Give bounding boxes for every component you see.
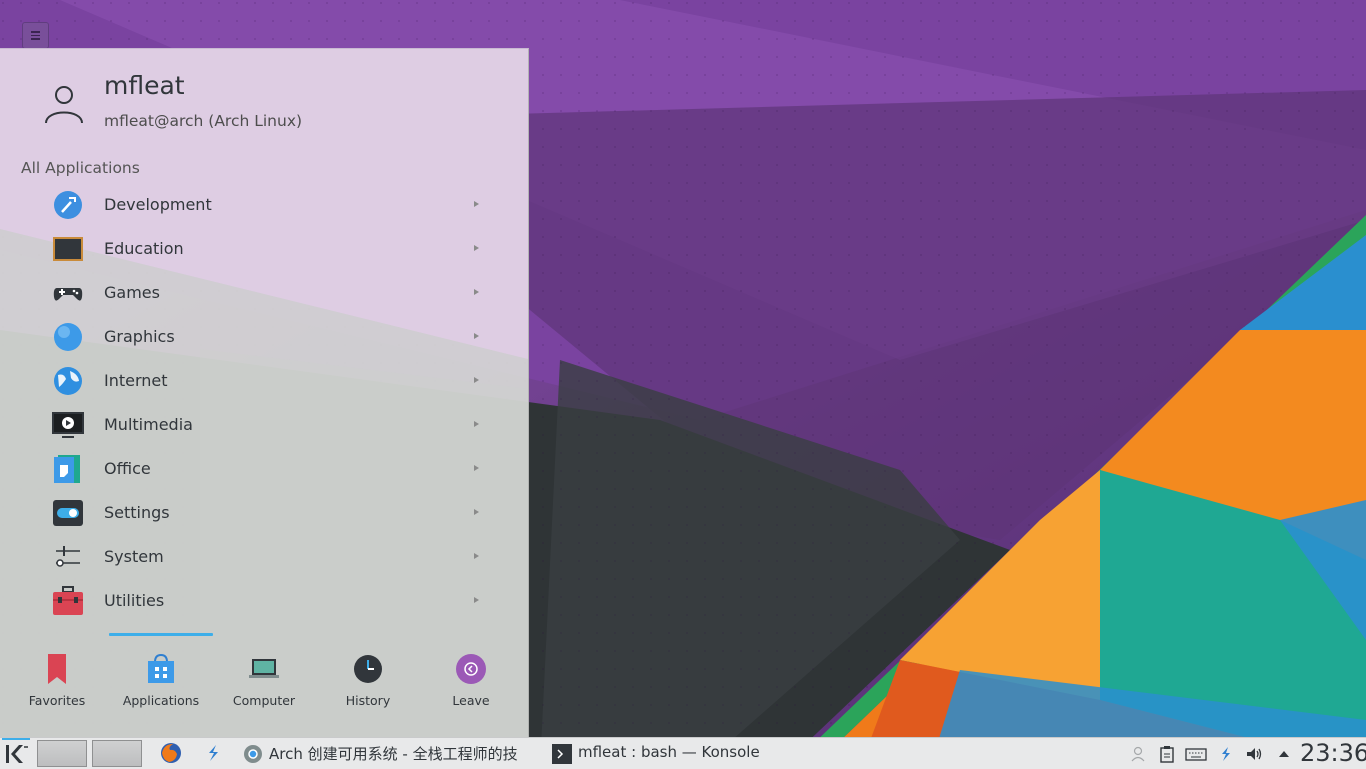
tab-label: History [345, 693, 391, 708]
user-host: mfleat@arch (Arch Linux) [104, 112, 303, 130]
submenu-arrow-icon [474, 377, 479, 383]
keyboard-icon[interactable] [1185, 745, 1207, 763]
submenu-arrow-icon [474, 421, 479, 427]
tab-history[interactable]: History [318, 647, 418, 717]
tab-label: Computer [232, 693, 296, 708]
section-title: All Applications [21, 159, 140, 177]
submenu-arrow-icon [474, 201, 479, 207]
category-settings[interactable]: Settings [0, 491, 528, 535]
multimedia-icon [52, 412, 84, 438]
category-development[interactable]: Development [0, 183, 528, 227]
education-icon [53, 237, 83, 261]
launcher-active-indicator [2, 738, 30, 740]
firefox-icon[interactable] [160, 742, 182, 764]
category-label: Development [104, 195, 212, 214]
category-utilities[interactable]: Utilities [0, 579, 528, 623]
tab-favorites[interactable]: Favorites [7, 647, 107, 717]
development-icon [54, 191, 82, 219]
submenu-arrow-icon [474, 465, 479, 471]
tab-label: Leave [452, 693, 490, 708]
virtual-desktop-2[interactable] [92, 740, 142, 767]
submenu-arrow-icon [474, 509, 479, 515]
user-switch-icon[interactable] [1130, 745, 1148, 763]
tab-label: Applications [122, 693, 200, 708]
category-education[interactable]: Education [0, 227, 528, 271]
category-label: Graphics [104, 327, 175, 346]
category-label: Games [104, 283, 160, 302]
graphics-icon [54, 323, 82, 351]
category-label: System [104, 547, 164, 566]
leave-icon [456, 654, 486, 684]
task-label: mfleat : bash — Konsole [578, 743, 760, 761]
submenu-arrow-icon [474, 333, 479, 339]
submenu-arrow-icon [474, 289, 479, 295]
category-multimedia[interactable]: Multimedia [0, 403, 528, 447]
category-graphics[interactable]: Graphics [0, 315, 528, 359]
laptop-icon [249, 659, 279, 678]
clipboard-icon[interactable] [1158, 745, 1176, 763]
category-label: Utilities [104, 591, 165, 610]
submenu-arrow-icon [474, 553, 479, 559]
category-label: Multimedia [104, 415, 193, 434]
system-sliders-icon [56, 546, 80, 567]
user-icon[interactable] [42, 83, 86, 127]
chromium-icon [244, 745, 262, 763]
expand-tray-icon[interactable] [1275, 745, 1293, 763]
task-chromium[interactable]: Arch 创建可用系统 - 全栈工程师的技 [243, 738, 533, 769]
active-tab-indicator [109, 633, 213, 636]
application-launcher: mfleat mfleat@arch (Arch Linux) All Appl… [0, 48, 529, 738]
applications-bag-icon [148, 653, 174, 683]
gamepad-icon [53, 288, 83, 301]
taskbar: Arch 创建可用系统 - 全栈工程师的技 mfleat : bash — Ko… [0, 737, 1366, 769]
tab-applications[interactable]: Applications [111, 647, 211, 717]
internet-globe-icon [54, 367, 82, 395]
task-label: Arch 创建可用系统 - 全栈工程师的技 [269, 745, 518, 763]
tab-leave[interactable]: Leave [421, 647, 521, 717]
category-label: Internet [104, 371, 168, 390]
clock[interactable]: 23:36 [1300, 739, 1366, 767]
category-label: Settings [104, 503, 170, 522]
updates-icon[interactable] [1217, 745, 1235, 763]
category-label: Education [104, 239, 184, 258]
hamburger-icon [31, 31, 40, 33]
clock-icon [354, 655, 382, 683]
office-icon [54, 455, 80, 483]
update-manager-icon[interactable] [202, 742, 224, 764]
category-games[interactable]: Games [0, 271, 528, 315]
toolbox-icon [53, 586, 83, 615]
launcher-tabs: Favorites Applications Computer History … [0, 647, 528, 717]
virtual-desktop-1[interactable] [37, 740, 87, 767]
submenu-arrow-icon [474, 597, 479, 603]
settings-toggle-icon [53, 500, 83, 526]
user-name: mfleat [104, 71, 185, 100]
desktop-toolbox-button[interactable] [22, 22, 49, 49]
volume-icon[interactable] [1245, 745, 1263, 763]
category-label: Office [104, 459, 151, 478]
system-tray [1128, 738, 1296, 769]
terminal-icon [552, 744, 572, 764]
bookmark-icon [48, 654, 66, 684]
submenu-arrow-icon [474, 245, 479, 251]
category-internet[interactable]: Internet [0, 359, 528, 403]
category-office[interactable]: Office [0, 447, 528, 491]
kde-launcher-icon[interactable] [2, 741, 30, 767]
category-system[interactable]: System [0, 535, 528, 579]
tab-computer[interactable]: Computer [214, 647, 314, 717]
task-konsole[interactable]: mfleat : bash — Konsole [552, 738, 782, 769]
tab-label: Favorites [28, 693, 86, 708]
category-list: Development Education Games Graphics Int… [0, 183, 528, 623]
